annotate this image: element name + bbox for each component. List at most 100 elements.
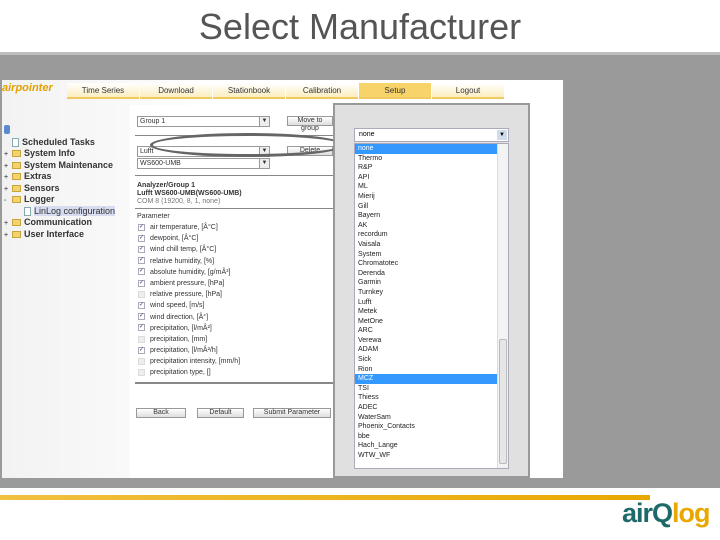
folder-icon [12,173,21,181]
dropdown-option[interactable]: API [355,173,497,183]
default-button[interactable]: Default [197,408,244,418]
scrollbar-thumb[interactable] [499,339,507,464]
tree-item-user-interface[interactable]: + User Interface [4,229,115,241]
folder-icon [12,219,21,227]
tree-item-sensors[interactable]: + Sensors [4,183,115,195]
tab-logout[interactable]: Logout [432,83,504,99]
parameter-label: wind direction, [Â°] [150,313,209,321]
parameter-label: ambient pressure, [hPa] [150,279,225,287]
dropdown-option[interactable]: Gill [355,202,497,212]
parameter-checkbox[interactable]: ✓ [138,346,145,354]
parameter-row: ✓ precipitation, [l/mÂ²] [138,323,240,334]
parameter-label: wind chill temp, [Â°C] [150,246,217,254]
parameter-checkbox[interactable]: ✓ [138,223,145,231]
tree-item-label: Scheduled Tasks [22,136,95,147]
dropdown-option[interactable]: Thermo [355,154,497,164]
dropdown-option[interactable]: recordum [355,230,497,240]
dropdown-option[interactable]: R&P [355,163,497,173]
parameter-checkbox[interactable]: ✓ [138,313,145,321]
folder-icon [12,230,21,238]
parameter-checkbox[interactable] [138,335,145,343]
dropdown-option[interactable]: Turnkey [355,288,497,298]
dropdown-option[interactable]: Rion [355,365,497,375]
folder-icon [12,150,21,158]
manufacturer-options: none Thermo R&P API ML Mierij Gill Bayern AK reco… [354,143,509,469]
move-to-group-button[interactable]: Move to group [287,116,333,132]
scrollbar[interactable] [497,144,508,468]
tree-item-linlog-configuration[interactable]: LinLog configuration [4,205,116,218]
tree-item-communication[interactable]: + Communication [4,217,115,229]
dropdown-option[interactable]: Mierij [355,192,497,202]
airpointer-logo: airpointer [2,82,53,94]
group-select[interactable]: Group 1 ▼ [137,116,270,127]
manufacturer-value: Lufft [140,148,154,155]
parameter-label: precipitation, [l/mÂ²/h] [150,347,218,355]
dropdown-option[interactable]: Thiess [355,393,497,403]
dropdown-option[interactable]: ARC [355,326,497,336]
tree-item-system-info[interactable]: + System Info [4,148,115,160]
tab-calibration[interactable]: Calibration [286,83,358,99]
parameter-checkbox[interactable]: ✓ [138,246,145,254]
parameter-checkbox[interactable] [138,290,145,298]
dropdown-option[interactable]: AK [355,221,497,231]
dropdown-option[interactable]: Derenda [355,269,497,279]
dropdown-option[interactable]: ADAM [355,345,497,355]
dropdown-option[interactable]: Bayern [355,211,497,221]
expand-icon[interactable]: + [4,218,11,230]
parameter-row: precipitation intensity, [mm/h] [138,356,240,367]
expand-icon[interactable]: - [4,195,11,207]
tab-time-series[interactable]: Time Series [67,83,139,99]
tree-item-logger[interactable]: - Logger [4,194,115,206]
dropdown-option[interactable]: Phoenix_Contacts [355,422,497,432]
dropdown-option[interactable]: Hach_Lange [355,441,497,451]
model-select[interactable]: WS600-UMB ▼ [137,158,270,169]
parameter-checkbox[interactable]: ✓ [138,268,145,276]
parameter-checkbox[interactable]: ✓ [138,234,145,242]
dropdown-option[interactable]: Sick [355,355,497,365]
dropdown-option[interactable]: WTW_WF [355,451,497,461]
dropdown-option[interactable]: WaterSam [355,413,497,423]
dropdown-option[interactable]: none [355,144,497,154]
dropdown-option[interactable]: System [355,250,497,260]
back-button[interactable]: Back [136,408,186,418]
expand-icon[interactable]: + [4,230,11,242]
analyzer-port: COM 8 (19200, 8, 1, none) [137,198,221,205]
dropdown-option[interactable]: Garmin [355,278,497,288]
dropdown-option[interactable]: Lufft [355,298,497,308]
slide-title: Select Manufacturer [198,6,522,47]
parameter-checkbox[interactable]: ✓ [138,301,145,309]
parameter-checkbox[interactable]: ✓ [138,257,145,265]
tab-download[interactable]: Download [140,83,212,99]
parameter-checkbox[interactable] [138,357,145,365]
dropdown-option[interactable]: Chromatotec [355,259,497,269]
tree-item-label: Extras [24,171,52,181]
parameter-checkbox[interactable]: ✓ [138,279,145,287]
parameter-row: ✓ wind speed, [m/s] [138,300,240,311]
dropdown-option[interactable]: ML [355,182,497,192]
parameter-row: ✓ air temperature, [Â°C] [138,222,240,233]
analyzer-config-panel: Group 1 ▼ Move to group Lufft ▼ Delete WS6… [130,105,333,478]
tree-item-extras[interactable]: + Extras [4,171,115,183]
parameter-row: precipitation type, [] [138,367,240,378]
tab-stationbook[interactable]: Stationbook [213,83,285,99]
tab-setup[interactable]: Setup [359,83,431,99]
submit-parameter-button[interactable]: Submit Parameter [253,408,331,418]
tree-item-system-maintenance[interactable]: + System Maintenance [4,160,115,172]
manufacturer-dropdown[interactable]: none ▼ [354,128,509,142]
dropdown-option[interactable]: bbe [355,432,497,442]
expand-icon[interactable]: + [4,149,11,161]
dropdown-option[interactable]: Metek [355,307,497,317]
dropdown-option[interactable]: MCZ [355,374,497,384]
dropdown-option[interactable]: ADEC [355,403,497,413]
expand-icon[interactable]: + [4,172,11,184]
folder-icon [12,184,21,192]
dropdown-option[interactable]: TSI [355,384,497,394]
parameter-checkbox[interactable] [138,369,145,377]
divider [135,208,333,209]
highlight-ellipse [150,133,345,157]
parameter-checkbox[interactable]: ✓ [138,324,145,332]
dropdown-option[interactable]: Verewa [355,336,497,346]
tree-item-scheduled-tasks[interactable]: Scheduled Tasks [4,137,115,149]
dropdown-option[interactable]: Vaisala [355,240,497,250]
dropdown-option[interactable]: MetOne [355,317,497,327]
